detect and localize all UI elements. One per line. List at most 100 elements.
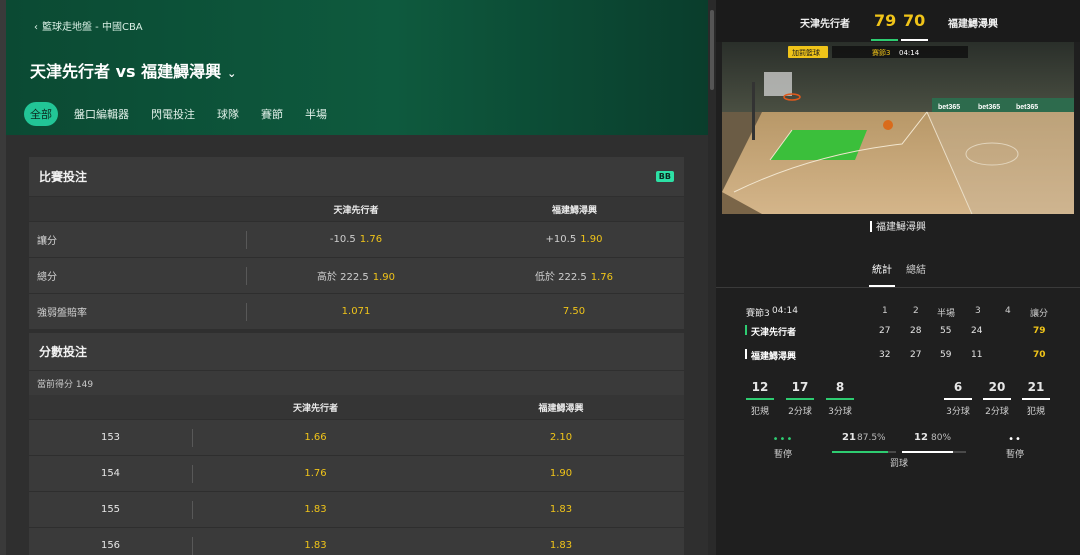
stat-label: 犯規 (750, 407, 769, 417)
home-ft-pct: 87.5% (857, 433, 886, 443)
stat-label: 犯規 (1026, 407, 1045, 417)
tab-stats[interactable]: 統計 (872, 261, 892, 276)
market-label: 強弱盤賠率 (37, 308, 87, 319)
points-label: 155 (100, 504, 121, 515)
odds-button[interactable]: 1.76 (193, 468, 438, 479)
game-clock: 04:14 (899, 49, 920, 57)
stat-label: 3分球 (828, 407, 852, 417)
cell: 11 (971, 350, 983, 360)
stat-block: 6 3分球 (944, 380, 972, 417)
cell: 32 (879, 350, 891, 360)
market-tabs: 全部 盤口編輯器 閃電投注 球隊 賽節 半場 (24, 102, 333, 126)
timeout-label: 暫停 (773, 450, 792, 460)
odds-button[interactable]: -10.5 1.76 (247, 234, 465, 245)
handicap-line: +10.5 (545, 234, 577, 245)
odds-value: 1.90 (580, 234, 603, 245)
home-score: 79 (874, 11, 897, 30)
free-throw-label: 罰球 (889, 459, 908, 469)
home-total: 79 (1033, 326, 1046, 336)
odds-button[interactable]: 1.66 (193, 432, 438, 443)
odds-value: 1.90 (372, 272, 396, 283)
tab-teams[interactable]: 球隊 (211, 102, 245, 126)
tab-instant-bet[interactable]: 閃電投注 (145, 102, 201, 126)
odds-button[interactable]: 高於 222.5 1.90 (247, 268, 465, 283)
current-score-note: 當前得分 149 (37, 379, 94, 390)
stat-bar (1022, 398, 1050, 400)
tab-summary[interactable]: 總結 (906, 261, 926, 276)
chevron-left-icon: ‹ (34, 22, 38, 33)
stat-block: 8 3分球 (826, 380, 854, 417)
breadcrumb[interactable]: ‹ 籃球走地盤 - 中國CBA (34, 18, 143, 33)
cell: 28 (910, 326, 922, 336)
possession-indicator (870, 221, 872, 232)
ad-board: bet365 (978, 104, 1000, 111)
points-label: 154 (100, 468, 121, 479)
stats-tabs: 統計 總結 (716, 258, 1080, 288)
odds-button[interactable]: 7.50 (465, 306, 683, 317)
court-visualization: bet365 bet365 bet365 加罰籃球 賽節3 04:14 (722, 42, 1074, 214)
col-team1: 天津先行者 (333, 205, 379, 216)
points-row: 154 1.76 1.90 (29, 455, 684, 491)
stat-bar (944, 398, 972, 400)
odds-button[interactable]: +10.5 1.90 (465, 234, 683, 245)
home-color-bar (745, 325, 747, 335)
stat-value: 6 (953, 380, 963, 394)
odds-button[interactable]: 低於 222.5 1.76 (465, 268, 683, 283)
stat-value: 20 (988, 380, 1006, 394)
cell: 24 (971, 326, 983, 336)
tab-bet-builder[interactable]: 盤口編輯器 (68, 102, 135, 126)
stat-bar (983, 398, 1011, 400)
odds-button[interactable]: 1.83 (438, 540, 684, 551)
odds-button[interactable]: 1.071 (247, 306, 465, 317)
cell: 27 (910, 350, 922, 360)
tab-quarters[interactable]: 賽節 (255, 102, 289, 126)
home-ft-bar (832, 451, 888, 453)
away-team-name: 福建鱘潯興 (948, 19, 998, 30)
odds-button[interactable]: 1.90 (438, 468, 684, 479)
home-team-row-name: 天津先行者 (751, 328, 797, 338)
points-row: 155 1.83 1.83 (29, 491, 684, 527)
odds-button[interactable]: 2.10 (438, 432, 684, 443)
home-indicator (871, 39, 898, 41)
tab-all[interactable]: 全部 (24, 102, 58, 126)
stat-bar (786, 398, 814, 400)
possession-team: 福建鱘潯興 (876, 222, 926, 233)
odds-value: 7.50 (562, 306, 586, 317)
match-header: ‹ 籃球走地盤 - 中國CBA 天津先行者 vs 福建鱘潯興 ⌄ 全部 盤口編輯器 … (6, 0, 708, 135)
tab-half[interactable]: 半場 (299, 102, 333, 126)
card-header[interactable]: 比賽投注 BB (29, 157, 684, 197)
scroll-thumb[interactable] (710, 10, 714, 90)
header-q3: 3 (975, 306, 981, 316)
stat-value: 12 (751, 380, 769, 394)
chevron-down-icon: ⌄ (227, 67, 237, 80)
odds-value: 1.76 (590, 272, 614, 283)
away-ft-bar (902, 451, 954, 453)
odds-value: 1.071 (341, 306, 371, 317)
odds-button[interactable]: 1.83 (193, 504, 438, 515)
game-clock: 04:14 (772, 306, 798, 316)
match-title[interactable]: 天津先行者 vs 福建鱘潯興 ⌄ (30, 58, 236, 82)
stat-label: 3分球 (946, 407, 970, 417)
stat-block: 20 2分球 (983, 380, 1011, 417)
active-tab-underline (869, 285, 895, 287)
points-label: 153 (100, 432, 121, 443)
event-label: 加罰籃球 (792, 48, 820, 57)
card-header[interactable]: 分數投注 (29, 333, 684, 371)
odds-button[interactable]: 1.83 (438, 504, 684, 515)
timeout-dots-icon: •• (1008, 434, 1022, 445)
market-row: 總分 高於 222.5 1.90 低於 222.5 1.76 (29, 257, 684, 293)
market-pane: ‹ 籃球走地盤 - 中國CBA 天津先行者 vs 福建鱘潯興 ⌄ 全部 盤口編輯器 … (0, 0, 708, 555)
timeouts-and-free-throws: ••• 暫停 21 87.5% 12 80% 罰球 •• 暫停 (716, 430, 1080, 475)
away-team-row-name: 福建鱘潯興 (751, 352, 797, 362)
stat-block: 12 犯規 (746, 380, 774, 417)
timeout-label: 暫停 (1005, 450, 1024, 460)
stat-block: 21 犯規 (1022, 380, 1050, 417)
stat-value: 17 (791, 380, 809, 394)
odds-button[interactable]: 1.83 (193, 540, 438, 551)
court-graphic: bet365 bet365 bet365 加罰籃球 賽節3 04:14 (722, 42, 1074, 214)
market-row: 讓分 -10.5 1.76 +10.5 1.90 (29, 221, 684, 257)
total-line: 低於 222.5 (534, 272, 587, 283)
away-color-bar (745, 349, 747, 359)
stat-label: 2分球 (985, 407, 1009, 417)
right-scrollbar[interactable] (708, 0, 716, 555)
